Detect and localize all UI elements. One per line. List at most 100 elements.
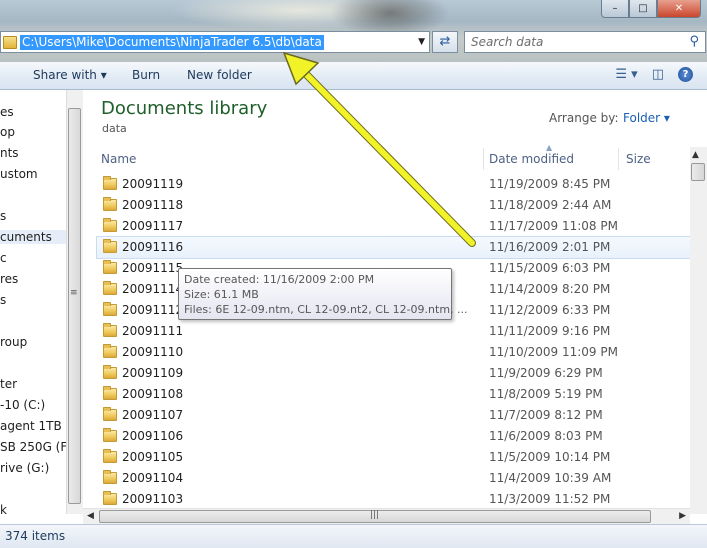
file-name: 20091115 [122,261,184,275]
scroll-right-icon[interactable]: ▶ [679,511,686,521]
folder-icon [103,365,117,379]
column-header-size[interactable]: Size [626,148,651,170]
file-date-modified: 11/6/2009 8:03 PM [489,429,603,443]
file-date-modified: 11/18/2009 2:44 AM [489,198,612,212]
preview-pane-icon[interactable]: ◫ [652,67,664,82]
nav-item[interactable]: agent 1TB (E: [0,419,66,433]
nav-scrollbar[interactable]: ≡ [66,90,83,514]
file-row[interactable]: 20091108 11/8/2009 5:19 PM [97,384,691,405]
folder-icon [3,36,17,49]
nav-scroll-thumb[interactable] [68,108,81,504]
file-name: 20091116 [122,240,184,254]
file-name: 20091108 [122,387,184,401]
grip-icon: ≡ [70,288,78,298]
nav-item[interactable]: s [0,293,6,307]
address-path[interactable]: C:\Users\Mike\Documents\NinjaTrader 6.5\… [20,35,324,50]
folder-icon [103,491,117,505]
arrange-by-label: Arrange by: [549,111,619,125]
folder-icon [103,470,117,484]
nav-item[interactable]: -10 (C:) [0,398,45,412]
vertical-scroll-thumb[interactable] [691,163,705,181]
file-date-modified: 11/4/2009 10:39 AM [489,471,612,485]
file-row[interactable]: 20091105 11/5/2009 10:14 PM [97,447,691,468]
scroll-up-icon[interactable]: ▲ [692,150,699,160]
file-name: 20091109 [122,366,184,380]
search-icon[interactable]: ⚲ [689,34,699,49]
file-name: 20091117 [122,219,184,233]
column-divider[interactable] [618,148,619,170]
chevron-down-icon[interactable]: ▼ [418,37,425,47]
search-box[interactable]: ⚲ [464,31,706,53]
nav-item[interactable]: SB 250G (F:) [0,440,66,454]
file-date-modified: 11/16/2009 2:01 PM [489,240,611,254]
help-icon[interactable]: ? [678,67,693,82]
new-folder-button[interactable]: New folder [187,68,252,82]
file-name: 20091107 [122,408,184,422]
nav-item[interactable]: cuments [0,230,66,244]
nav-item[interactable]: ustom [0,167,38,181]
nav-item[interactable]: k [0,503,7,514]
file-row[interactable]: 20091110 11/10/2009 11:09 PM [97,342,691,363]
folder-icon [103,302,117,316]
column-header-name[interactable]: Name [101,148,136,170]
file-row[interactable]: 20091118 11/18/2009 2:44 AM [97,195,691,216]
folder-tooltip: Date created: 11/16/2009 2:00 PM Size: 6… [178,268,468,320]
nav-item[interactable]: es [0,105,14,119]
nav-item[interactable]: c [0,251,7,265]
vertical-scrollbar[interactable]: ▲ [690,147,707,514]
file-date-modified: 11/8/2009 5:19 PM [489,387,603,401]
nav-item[interactable]: s [0,209,6,223]
file-row[interactable]: 20091117 11/17/2009 11:08 PM [97,216,691,237]
file-date-modified: 11/7/2009 8:12 PM [489,408,603,422]
column-header-date[interactable]: Date modified [489,148,574,170]
address-bar[interactable]: C:\Users\Mike\Documents\NinjaTrader 6.5\… [0,31,430,53]
file-row[interactable]: 20091116 11/16/2009 2:01 PM [96,236,692,259]
file-row[interactable]: 20091109 11/9/2009 6:29 PM [97,363,691,384]
file-name: 20091118 [122,198,184,212]
file-list: 20091119 11/19/2009 8:45 PM 20091118 11/18/… [96,174,692,510]
minimize-button[interactable]: – [601,0,629,18]
library-title: Documents library [101,98,268,119]
file-name: 20091104 [122,471,184,485]
scroll-left-icon[interactable]: ◀ [87,511,94,521]
file-name: 20091119 [122,177,184,191]
refresh-button[interactable]: ⇄ [432,31,458,53]
maximize-button[interactable]: □ [629,0,657,18]
file-name: 20091105 [122,450,184,464]
item-count: 374 items [5,529,66,543]
file-name: 20091103 [122,492,184,506]
file-row[interactable]: 20091119 11/19/2009 8:45 PM [97,174,691,195]
folder-icon [103,260,117,274]
nav-item[interactable]: roup [0,335,27,349]
nav-item[interactable]: op [0,125,15,139]
folder-icon [103,197,117,211]
folder-icon [103,407,117,421]
column-divider[interactable] [483,148,484,170]
nav-item[interactable]: nts [0,146,19,160]
view-options-icon[interactable]: ☰ ▾ [615,67,637,82]
file-row[interactable]: 20091106 11/6/2009 8:03 PM [97,426,691,447]
file-date-modified: 11/10/2009 11:09 PM [489,345,618,359]
burn-button[interactable]: Burn [132,68,160,82]
arrange-by-dropdown[interactable]: Folder [623,111,670,125]
file-date-modified: 11/5/2009 10:14 PM [489,450,611,464]
search-input[interactable] [471,35,671,49]
nav-item[interactable]: ter [0,377,17,391]
share-with-button[interactable]: Share with ▾ [33,68,107,82]
folder-icon [103,281,117,295]
file-row[interactable]: 20091104 11/4/2009 10:39 AM [97,468,691,489]
file-row[interactable]: 20091111 11/11/2009 9:16 PM [97,321,691,342]
status-bar: 374 items [0,524,707,548]
close-button[interactable]: ✕ [657,0,701,18]
file-row[interactable]: 20091107 11/7/2009 8:12 PM [97,405,691,426]
folder-icon [103,386,117,400]
file-row[interactable]: 20091103 11/3/2009 11:52 PM [97,489,691,510]
tooltip-files: Files: 6E 12-09.ntm, CL 12-09.nt2, CL 12… [184,303,468,316]
folder-icon [103,323,117,337]
horizontal-scrollbar[interactable]: ◀ ||| ▶ [83,508,690,525]
file-date-modified: 11/3/2009 11:52 PM [489,492,611,506]
nav-item[interactable]: rive (G:) [0,461,49,475]
nav-item[interactable]: res [0,272,18,286]
window-controls: – □ ✕ [601,0,701,18]
file-name: 20091111 [122,324,184,338]
